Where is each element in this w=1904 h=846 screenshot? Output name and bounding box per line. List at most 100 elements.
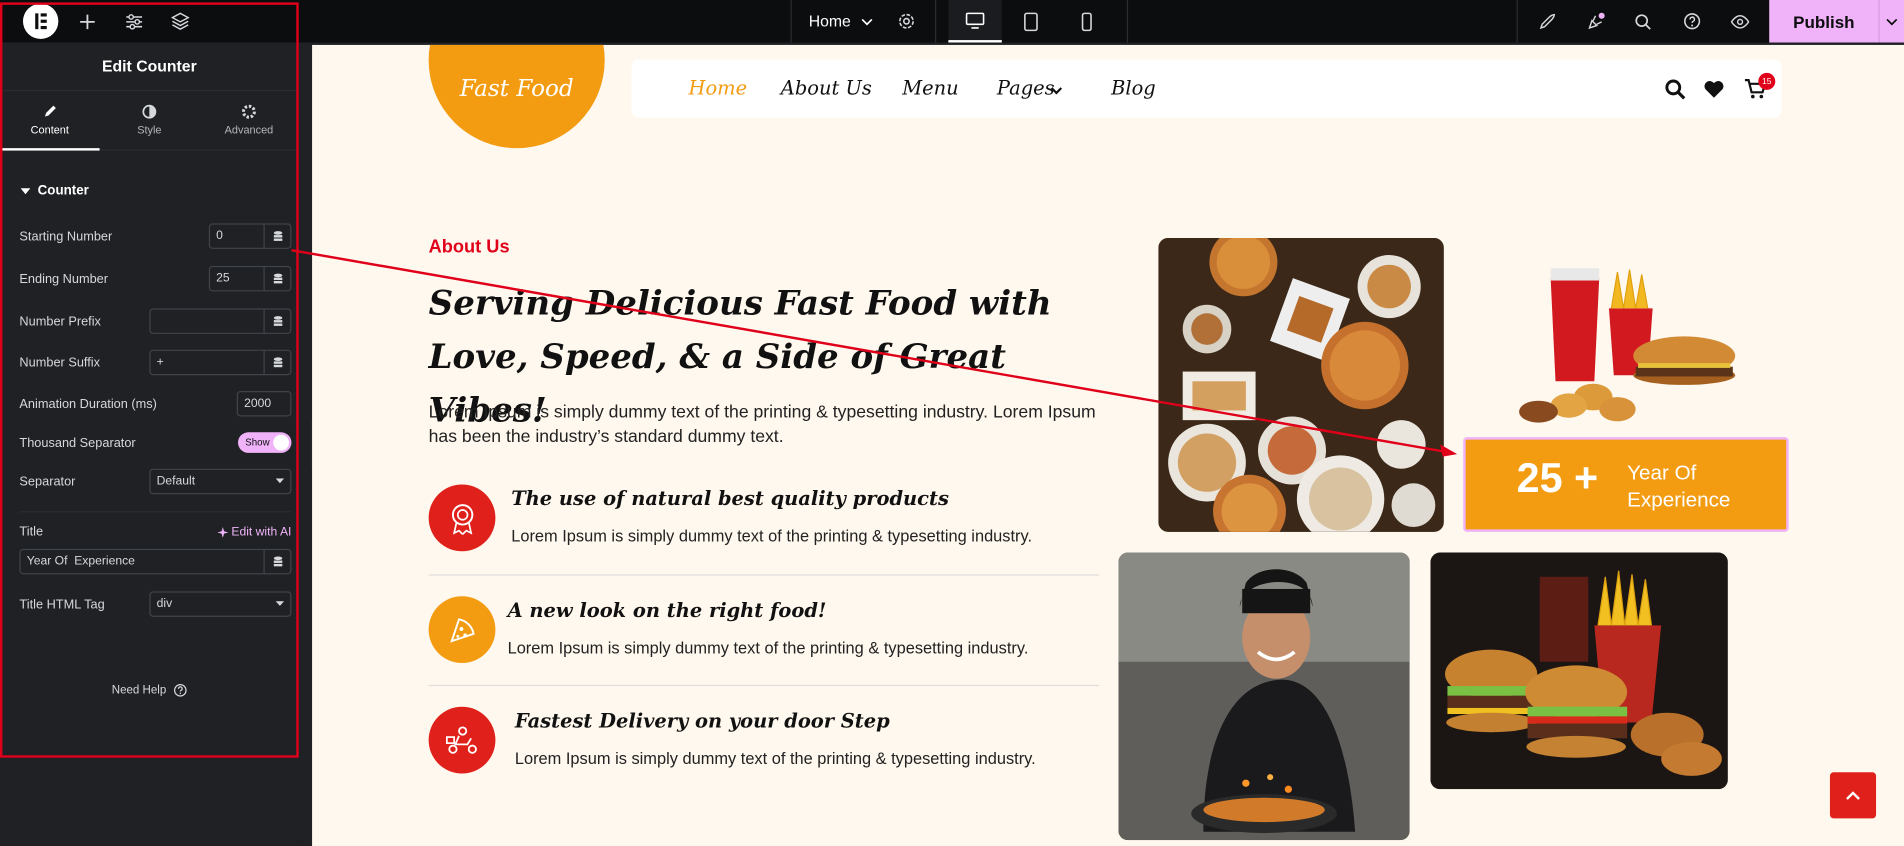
- nav-home[interactable]: Home: [689, 77, 748, 100]
- elementor-logo-icon[interactable]: [23, 3, 59, 39]
- number-suffix-input[interactable]: +: [149, 349, 292, 376]
- field-label: Ending Number: [19, 271, 109, 286]
- need-help-link[interactable]: Need Help: [0, 684, 299, 697]
- preview-eye-icon[interactable]: [1724, 0, 1756, 43]
- quality-badge-icon: [428, 484, 496, 552]
- feature-description: Lorem Ipsum is simply dummy text of the …: [511, 527, 1033, 546]
- tab-content[interactable]: Content: [0, 91, 100, 151]
- field-label: Animation Duration (ms): [19, 396, 157, 412]
- nav-pages[interactable]: Pages: [997, 77, 1055, 100]
- gear-icon: [241, 104, 256, 119]
- nav-about-us[interactable]: About Us: [781, 77, 872, 100]
- field-label: Starting Number: [19, 228, 113, 244]
- site-settings-icon[interactable]: [118, 0, 150, 43]
- divider: [1126, 0, 1129, 43]
- section-lead-text: Lorem Ipsum is simply dummy text of the …: [428, 403, 1096, 447]
- dynamic-tags-icon[interactable]: [263, 350, 291, 375]
- feature-title: A new look on the right food!: [507, 598, 827, 622]
- mobile-view-icon[interactable]: [1060, 0, 1113, 43]
- starting-number-input[interactable]: 0: [208, 223, 292, 249]
- panel-title: Edit Counter: [0, 43, 299, 92]
- publish-options-chevron-icon[interactable]: [1878, 0, 1904, 43]
- field-value: 25: [216, 272, 230, 286]
- caret-down-icon: [20, 188, 31, 195]
- title-input[interactable]: Year Of Experience: [19, 548, 292, 575]
- feature-title: The use of natural best quality products: [511, 486, 949, 511]
- feature-description: Lorem Ipsum is simply dummy text of the …: [507, 638, 1029, 657]
- field-value: 0: [216, 229, 223, 243]
- help-icon[interactable]: [1676, 0, 1708, 43]
- help-label: Need Help: [111, 683, 167, 698]
- editor-panel: Edit Counter Content Style Advanced Coun…: [0, 42, 299, 846]
- field-label: Number Prefix: [19, 313, 101, 329]
- add-element-icon[interactable]: [72, 0, 104, 43]
- preview-canvas: Fast Food Home About Us Menu Pages Blog …: [312, 44, 1904, 846]
- field-label: Title HTML Tag: [19, 596, 105, 612]
- publish-button[interactable]: Publish: [1769, 0, 1879, 43]
- counter-widget[interactable]: 25 + Year Of Experience: [1463, 437, 1789, 532]
- field-label: Number Suffix: [19, 355, 100, 370]
- edit-with-ai-button[interactable]: Edit with AI: [216, 525, 291, 539]
- tab-content-label: Content: [30, 123, 69, 137]
- heart-icon[interactable]: [1704, 80, 1725, 98]
- title-html-tag-select[interactable]: div: [149, 591, 292, 617]
- field-animation-duration: Animation Duration (ms) 2000: [19, 391, 292, 417]
- sparkle-icon: [216, 526, 228, 538]
- section-title: Counter: [37, 183, 89, 198]
- tablet-view-icon[interactable]: [1004, 0, 1057, 43]
- desktop-view-icon[interactable]: [948, 0, 1002, 43]
- tab-style[interactable]: Style: [100, 91, 200, 149]
- dynamic-tags-icon[interactable]: [263, 224, 291, 248]
- caret-down-icon: [275, 601, 285, 606]
- search-icon[interactable]: [1627, 0, 1659, 43]
- field-ending-number: Ending Number 25: [19, 265, 292, 292]
- site-logo[interactable]: Fast Food: [429, 75, 605, 102]
- field-starting-number: Starting Number 0: [19, 223, 292, 249]
- divider: [19, 511, 292, 513]
- number-prefix-input[interactable]: [149, 308, 292, 334]
- whats-new-icon[interactable]: [1580, 0, 1612, 43]
- feature-item: A new look on the right food! Lorem Ipsu…: [428, 596, 1099, 681]
- tab-advanced[interactable]: Advanced: [199, 91, 299, 149]
- feature-title: Fastest Delivery on your door Step: [514, 709, 890, 733]
- dynamic-tags-icon[interactable]: [263, 550, 291, 574]
- main-navigation: Home About Us Menu Pages Blog: [631, 59, 1782, 118]
- thousand-separator-toggle[interactable]: Show: [238, 432, 292, 453]
- field-title-html-tag: Title HTML Tag div: [19, 591, 292, 617]
- dynamic-tags-icon[interactable]: [263, 309, 291, 333]
- dynamic-tags-icon[interactable]: [263, 267, 291, 291]
- field-value: 2000: [244, 397, 272, 411]
- nav-menu[interactable]: Menu: [902, 77, 958, 100]
- nav-blog[interactable]: Blog: [1111, 77, 1156, 100]
- counter-number: 25 +: [1516, 455, 1599, 502]
- tab-advanced-label: Advanced: [224, 123, 274, 137]
- top-bar: Home Publish: [0, 0, 1904, 43]
- chef-cooking-image: [1118, 552, 1410, 841]
- field-separator: Separator Default: [19, 468, 292, 495]
- scroll-to-top-button[interactable]: [1829, 772, 1877, 819]
- animation-duration-input[interactable]: 2000: [236, 391, 292, 417]
- field-label: Title: [19, 524, 44, 540]
- separator-select[interactable]: Default: [149, 468, 292, 495]
- toggle-label: Show: [245, 437, 270, 449]
- ending-number-input[interactable]: 25: [208, 265, 292, 292]
- chevron-up-icon: [1846, 791, 1860, 800]
- field-label: Separator: [19, 474, 76, 489]
- search-icon[interactable]: [1665, 79, 1686, 100]
- rocket-icon[interactable]: [1531, 0, 1563, 43]
- burgers-fries-image: [1430, 552, 1728, 790]
- panel-tabs: Content Style Advanced: [0, 91, 299, 151]
- food-table-image: [1158, 238, 1444, 532]
- structure-layers-icon[interactable]: [164, 0, 196, 43]
- counter-title: Year Of Experience: [1627, 461, 1731, 512]
- section-header-counter[interactable]: Counter: [20, 183, 89, 198]
- pencil-icon: [44, 105, 56, 117]
- field-label: Thousand Separator: [19, 435, 136, 450]
- divider: [1516, 0, 1518, 43]
- page-settings-gear-icon[interactable]: [890, 0, 922, 43]
- page-selector[interactable]: Home: [809, 0, 873, 43]
- chevron-down-icon: [1050, 87, 1063, 95]
- page-name: Home: [808, 12, 851, 31]
- field-title-input-row: Year Of Experience: [19, 548, 292, 575]
- field-value: Year Of Experience: [26, 554, 135, 569]
